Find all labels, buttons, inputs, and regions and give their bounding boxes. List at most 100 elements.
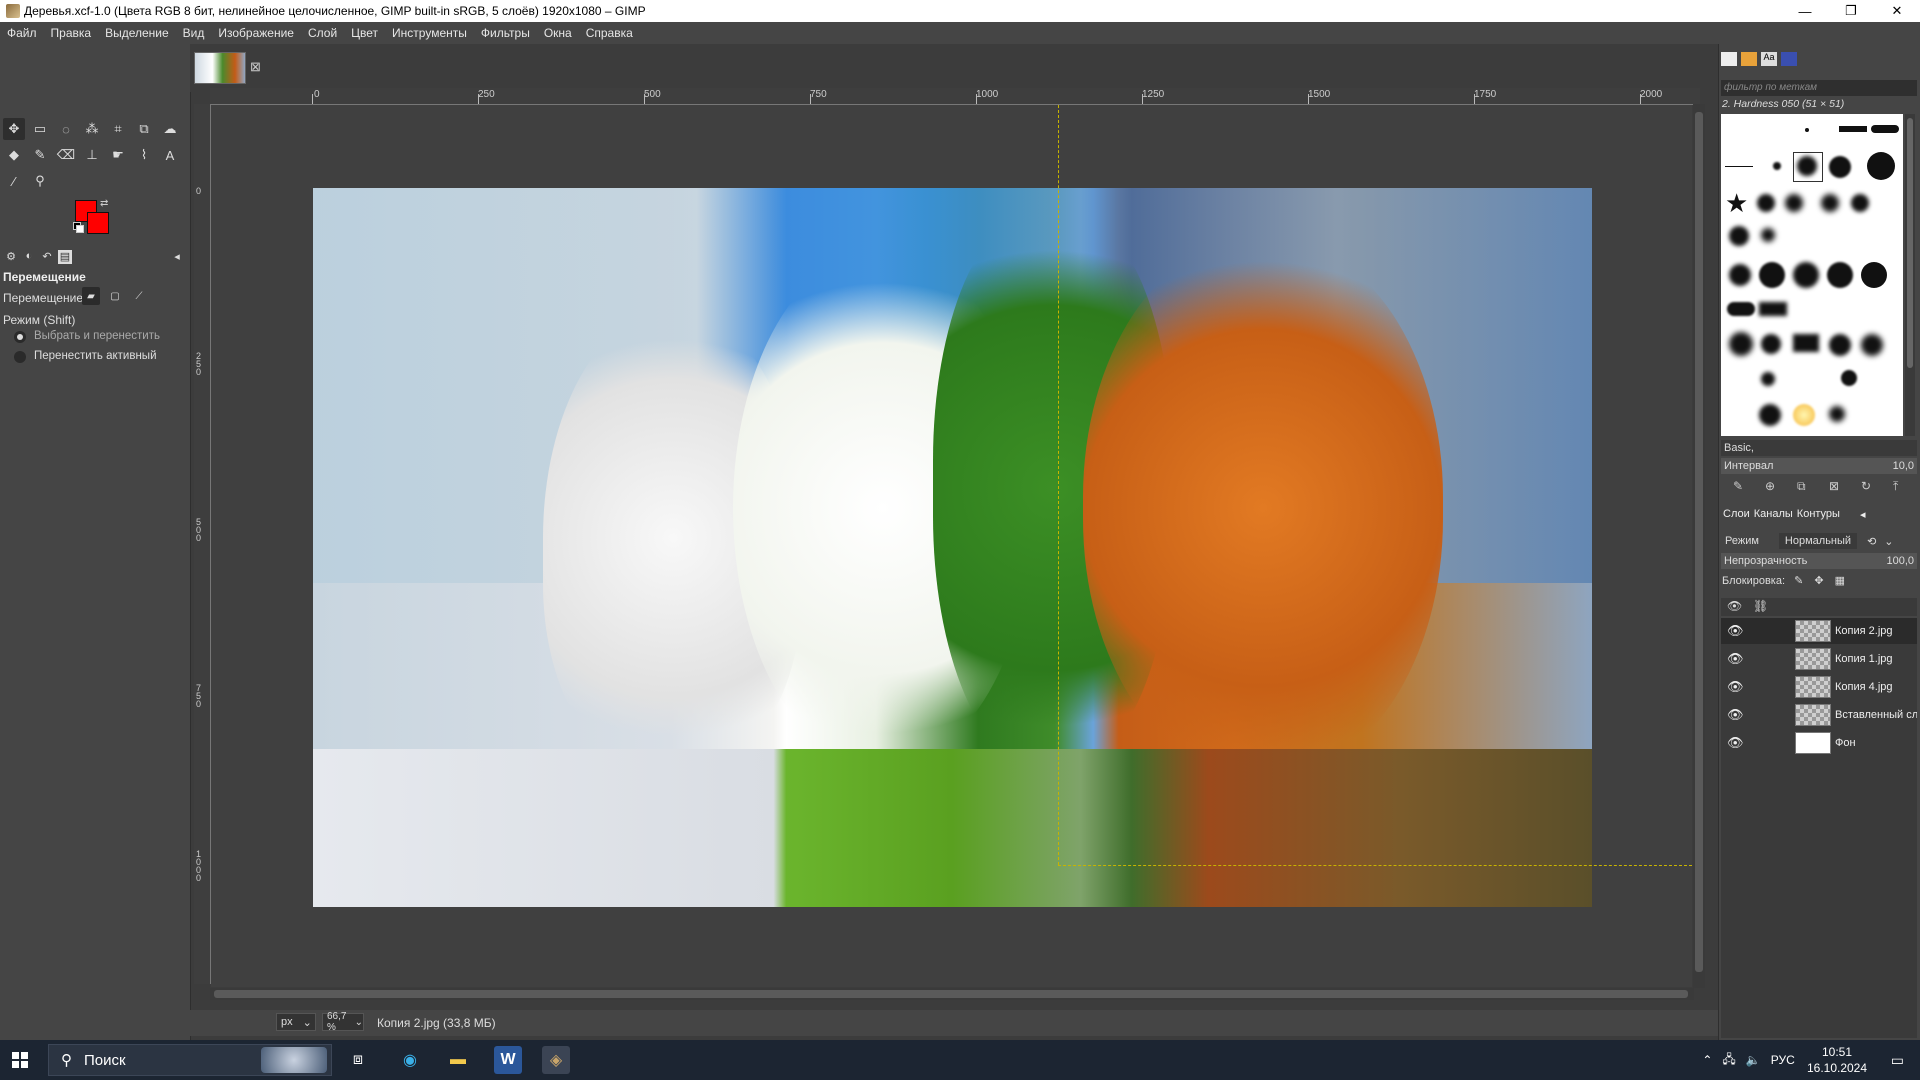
- path-icon[interactable]: ⌇: [133, 144, 155, 166]
- windows-start-icon[interactable]: [12, 1052, 28, 1068]
- layer-row[interactable]: 👁 Фон: [1721, 730, 1917, 756]
- move-active-radio[interactable]: [14, 351, 26, 363]
- text-icon[interactable]: A: [159, 144, 181, 166]
- taskbar-clock[interactable]: 10:51 16.10.2024: [1802, 1044, 1872, 1076]
- layer-row[interactable]: 👁 Копия 4.jpg: [1721, 674, 1917, 700]
- image-tab-thumbnail[interactable]: [194, 52, 246, 84]
- paintbrush-icon[interactable]: ✎: [29, 144, 51, 166]
- zoom-select[interactable]: 66,7 % ⌄: [322, 1011, 364, 1033]
- brushes-tab-icon[interactable]: [1721, 52, 1737, 66]
- chevron-down-icon[interactable]: ⌄: [1884, 535, 1893, 548]
- brush-interval-spinner[interactable]: Интервал 10,0: [1721, 458, 1917, 474]
- menu-tools[interactable]: Инструменты: [385, 26, 474, 40]
- duplicate-brush-icon[interactable]: ⧉: [1797, 479, 1806, 494]
- eye-icon[interactable]: 👁: [1727, 707, 1744, 723]
- menu-filters[interactable]: Фильтры: [474, 26, 537, 40]
- configure-tab-icon[interactable]: ◂: [170, 250, 184, 264]
- layer-mode-select[interactable]: Нормальный: [1778, 533, 1858, 549]
- crop-icon[interactable]: ⌗: [107, 118, 129, 140]
- color-picker-icon[interactable]: ⁄: [3, 170, 25, 192]
- tab-paths[interactable]: Контуры: [1797, 508, 1840, 520]
- opacity-spinner[interactable]: Непрозрачность 100,0: [1721, 553, 1917, 569]
- bucket-fill-icon[interactable]: ◆: [3, 144, 25, 166]
- tray-chevron-up-icon[interactable]: ⌃: [1702, 1053, 1712, 1067]
- brush-preset-select[interactable]: Basic,: [1721, 440, 1917, 456]
- layer-row[interactable]: 👁 Вставленный слой: [1721, 702, 1917, 728]
- fuzzy-select-icon[interactable]: ⁂: [81, 118, 103, 140]
- menu-select[interactable]: Выделение: [98, 26, 176, 40]
- refresh-brushes-icon[interactable]: ↻: [1861, 479, 1871, 493]
- eye-icon[interactable]: 👁: [1727, 651, 1744, 667]
- default-colors-icon[interactable]: [73, 222, 84, 233]
- rect-select-icon[interactable]: ▭: [29, 118, 51, 140]
- background-color-swatch[interactable]: [87, 212, 109, 234]
- new-brush-icon[interactable]: ⊕: [1765, 479, 1775, 493]
- images-tab-icon[interactable]: ▤: [58, 250, 72, 264]
- device-status-tab-icon[interactable]: ◐: [22, 250, 36, 264]
- volume-icon[interactable]: 🔈: [1746, 1053, 1761, 1067]
- menu-colors[interactable]: Цвет: [344, 26, 385, 40]
- eye-icon[interactable]: 👁: [1727, 623, 1744, 639]
- move-icon[interactable]: ✥: [3, 118, 25, 140]
- menu-windows[interactable]: Окна: [537, 26, 579, 40]
- lasso-icon[interactable]: ◌: [55, 118, 77, 140]
- menu-image[interactable]: Изображение: [211, 26, 301, 40]
- open-brush-icon[interactable]: ⤒: [1893, 479, 1898, 494]
- language-indicator[interactable]: РУС: [1771, 1053, 1795, 1067]
- unified-transform-icon[interactable]: ⧉: [133, 118, 155, 140]
- file-explorer-icon[interactable]: ▬: [444, 1046, 472, 1074]
- brush-scrollbar[interactable]: [1905, 114, 1915, 436]
- brush-tag-filter[interactable]: фильтр по меткам: [1721, 80, 1917, 96]
- lock-alpha-icon[interactable]: ▦: [1835, 575, 1845, 587]
- menu-file[interactable]: Файл: [0, 26, 44, 40]
- brush-grid[interactable]: ★: [1721, 114, 1903, 436]
- reset-mode-icon[interactable]: ⟲: [1867, 535, 1876, 548]
- vertical-scrollbar[interactable]: [1693, 104, 1705, 988]
- edit-brush-icon[interactable]: ✎: [1733, 479, 1743, 493]
- eye-icon[interactable]: 👁: [1727, 735, 1744, 751]
- word-icon[interactable]: W: [494, 1046, 522, 1074]
- gimp-taskbar-icon[interactable]: ◈: [542, 1046, 570, 1074]
- move-selection-icon[interactable]: ▢: [106, 287, 124, 305]
- delete-brush-icon[interactable]: ⊠: [1829, 479, 1839, 493]
- canvas-area[interactable]: [211, 105, 1692, 987]
- pick-and-move-radio[interactable]: [14, 331, 26, 343]
- move-layer-icon[interactable]: ▰: [82, 287, 100, 305]
- undo-history-tab-icon[interactable]: ↶: [40, 250, 54, 264]
- notifications-icon[interactable]: ▭: [1891, 1052, 1904, 1069]
- menu-view[interactable]: Вид: [176, 26, 212, 40]
- task-view-icon[interactable]: ⧈: [344, 1046, 372, 1074]
- image-tab-close-icon[interactable]: ⊠: [250, 59, 261, 75]
- smudge-icon[interactable]: ☛: [107, 144, 129, 166]
- patterns-tab-icon[interactable]: [1741, 52, 1757, 66]
- edge-icon[interactable]: ◉: [396, 1046, 424, 1074]
- tool-options-tab-icon[interactable]: ⚙: [4, 250, 18, 264]
- horizontal-scrollbar[interactable]: [210, 988, 1694, 1000]
- zoom-icon[interactable]: ⚲: [29, 170, 51, 192]
- minimize-button[interactable]: —: [1782, 0, 1828, 22]
- gradients-tab-icon[interactable]: [1781, 52, 1797, 66]
- unit-select[interactable]: px ⌄: [276, 1013, 316, 1031]
- layer-row[interactable]: 👁 Копия 1.jpg: [1721, 646, 1917, 672]
- swap-colors-icon[interactable]: ⇄: [100, 198, 108, 209]
- clone-icon[interactable]: ⊥: [81, 144, 103, 166]
- fonts-tab-icon[interactable]: Aa: [1761, 52, 1777, 66]
- taskbar-search[interactable]: ⚲ Поиск: [48, 1044, 332, 1076]
- dock-menu-icon[interactable]: ◂: [1860, 508, 1866, 521]
- lock-position-icon[interactable]: ✥: [1814, 575, 1823, 587]
- menu-help[interactable]: Справка: [579, 26, 640, 40]
- move-path-icon[interactable]: ⟋: [130, 287, 148, 305]
- eye-icon[interactable]: 👁: [1727, 679, 1744, 695]
- image-canvas[interactable]: [313, 188, 1592, 907]
- layer-row[interactable]: 👁 Копия 2.jpg: [1721, 618, 1917, 644]
- warp-icon[interactable]: ☁: [159, 118, 181, 140]
- network-icon[interactable]: 🖧: [1722, 1050, 1735, 1071]
- tab-layers[interactable]: Слои: [1723, 508, 1750, 520]
- lock-pixels-icon[interactable]: ✎: [1794, 575, 1803, 587]
- menu-layer[interactable]: Слой: [301, 26, 344, 40]
- close-button[interactable]: ✕: [1874, 0, 1920, 22]
- eraser-icon[interactable]: ⌫: [55, 144, 77, 166]
- maximize-button[interactable]: ❐: [1828, 0, 1874, 22]
- tab-channels[interactable]: Каналы: [1754, 508, 1793, 520]
- menu-edit[interactable]: Правка: [44, 26, 99, 40]
